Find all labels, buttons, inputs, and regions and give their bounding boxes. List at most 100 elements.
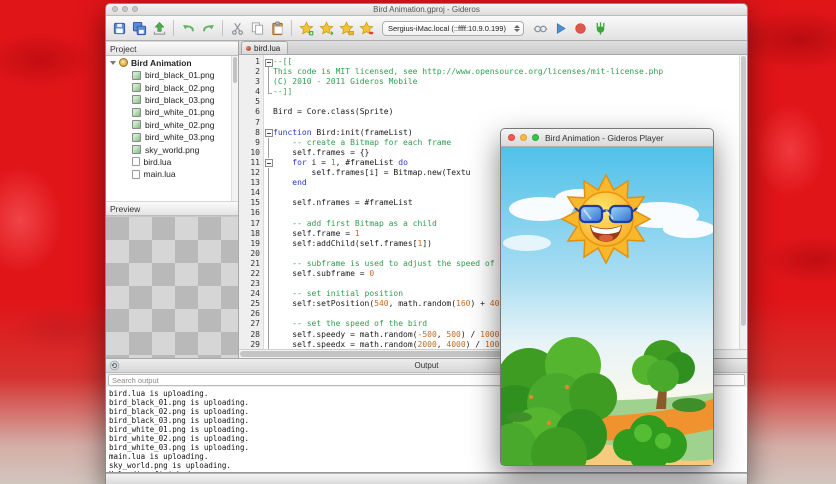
minimize-button[interactable] [520, 134, 527, 141]
paste-icon [270, 21, 285, 36]
project-file-bird_white_01-png[interactable]: bird_white_01.png [106, 106, 238, 118]
project-file-bird_white_02-png[interactable]: bird_white_02.png [106, 119, 238, 131]
toolbar-separator [222, 20, 223, 36]
line-number: 1 [239, 57, 264, 67]
line-number: 13 [239, 178, 264, 188]
fold-guide [264, 279, 273, 289]
project-file-sky_world-png[interactable]: sky_world.png [106, 143, 238, 155]
device-selector-value: Sergius-iMac.local (::ffff:10.9.0.199) [388, 24, 506, 33]
code-text: self.nframes = #frameList [273, 198, 413, 208]
tab-bird-lua[interactable]: bird.lua [241, 41, 288, 54]
fold-toggle-icon[interactable] [264, 128, 273, 138]
code-text: -- create a Bitmap for each frame [273, 138, 451, 148]
copy-icon [250, 21, 265, 36]
code-text: end [273, 178, 307, 188]
add-folder-icon [339, 21, 354, 36]
project-file-bird_black_01-png[interactable]: bird_black_01.png [106, 69, 238, 81]
minimize-button[interactable] [122, 6, 128, 12]
fold-guide [264, 299, 273, 309]
code-text: self.subframe = 0 [273, 269, 374, 279]
line-number: 14 [239, 188, 264, 198]
add-folder-button[interactable] [337, 19, 355, 37]
connect-device-icon [593, 21, 608, 36]
project-file-bird_black_02-png[interactable]: bird_black_02.png [106, 81, 238, 93]
line-number: 17 [239, 219, 264, 229]
device-selector-dropdown[interactable]: Sergius-iMac.local (::ffff:10.9.0.199) [382, 21, 524, 36]
fold-guide [264, 340, 273, 349]
line-number: 12 [239, 168, 264, 178]
project-scrollbar[interactable] [231, 56, 238, 201]
save-icon [112, 21, 127, 36]
editor-vscrollbar[interactable] [739, 55, 747, 349]
connect-device-button[interactable] [591, 19, 609, 37]
image-file-icon [132, 108, 141, 117]
export-project-button[interactable] [150, 19, 168, 37]
fold-guide [264, 188, 273, 198]
line-number: 27 [239, 319, 264, 329]
start-player-button[interactable] [551, 19, 569, 37]
file-label: bird_white_03.png [145, 132, 214, 142]
project-root-item[interactable]: Bird Animation [106, 56, 238, 69]
bush-left [506, 412, 532, 422]
fold-guide [264, 107, 273, 117]
code-text: self:addChild(self.frames[1]) [273, 239, 432, 249]
ide-titlebar: Bird Animation.gproj - Gideros [106, 4, 747, 16]
remove-file-button[interactable] [357, 19, 375, 37]
undo-button[interactable] [179, 19, 197, 37]
fold-guide [264, 289, 273, 299]
file-label: bird_black_03.png [145, 95, 214, 105]
ide-window-controls [112, 6, 138, 12]
fold-guide [264, 198, 273, 208]
add-existing-files-icon [319, 21, 334, 36]
line-number: 11 [239, 158, 264, 168]
add-existing-files-button[interactable] [317, 19, 335, 37]
code-line-3: 3(C) 2010 - 2011 Gideros Mobile [239, 77, 747, 87]
undo-icon [181, 21, 196, 36]
line-number: 26 [239, 309, 264, 319]
add-new-file-button[interactable] [297, 19, 315, 37]
code-line-7: 7 [239, 118, 747, 128]
code-line-2: 2This code is MIT licensed, see http://w… [239, 67, 747, 77]
redo-button[interactable] [199, 19, 217, 37]
project-file-bird_white_03-png[interactable]: bird_white_03.png [106, 131, 238, 143]
zoom-button[interactable] [532, 134, 539, 141]
code-line-5: 5 [239, 97, 747, 107]
project-file-main-lua[interactable]: main.lua [106, 168, 238, 180]
fold-toggle-icon[interactable] [264, 57, 273, 67]
close-button[interactable] [508, 134, 515, 141]
close-button[interactable] [112, 6, 118, 12]
copy-button[interactable] [248, 19, 266, 37]
fold-guide [264, 77, 273, 87]
add-new-file-icon [299, 21, 314, 36]
cut-button[interactable] [228, 19, 246, 37]
fold-guide [264, 67, 273, 77]
line-number: 5 [239, 97, 264, 107]
project-root-label: Bird Animation [131, 58, 192, 68]
code-text: Bird = Core.class(Sprite) [273, 107, 393, 117]
project-file-bird-lua[interactable]: bird.lua [106, 156, 238, 168]
project-file-bird_black_03-png[interactable]: bird_black_03.png [106, 94, 238, 106]
fold-guide [264, 87, 273, 97]
code-text: self.speedy = math.random(-500, 500) / 1… [273, 330, 499, 340]
lua-file-icon [246, 46, 251, 51]
toolbar-separator [291, 20, 292, 36]
save-all-button[interactable] [130, 19, 148, 37]
fold-guide [264, 118, 273, 128]
redo-icon [201, 21, 216, 36]
disclosure-triangle-icon[interactable] [110, 61, 116, 65]
save-button[interactable] [110, 19, 128, 37]
image-file-icon [132, 145, 141, 154]
zoom-button[interactable] [132, 6, 138, 12]
stop-player-button[interactable] [571, 19, 589, 37]
ide-statusbar [106, 473, 747, 484]
player-settings-button[interactable] [531, 19, 549, 37]
fold-toggle-icon[interactable] [264, 158, 273, 168]
line-number: 21 [239, 259, 264, 269]
fold-guide [264, 138, 273, 148]
clear-output-button[interactable] [109, 360, 120, 371]
player-stage-scene [501, 147, 713, 465]
paste-button[interactable] [268, 19, 286, 37]
fold-guide [264, 178, 273, 188]
code-text: for i = 1, #frameList do [273, 158, 408, 168]
line-number: 3 [239, 77, 264, 87]
